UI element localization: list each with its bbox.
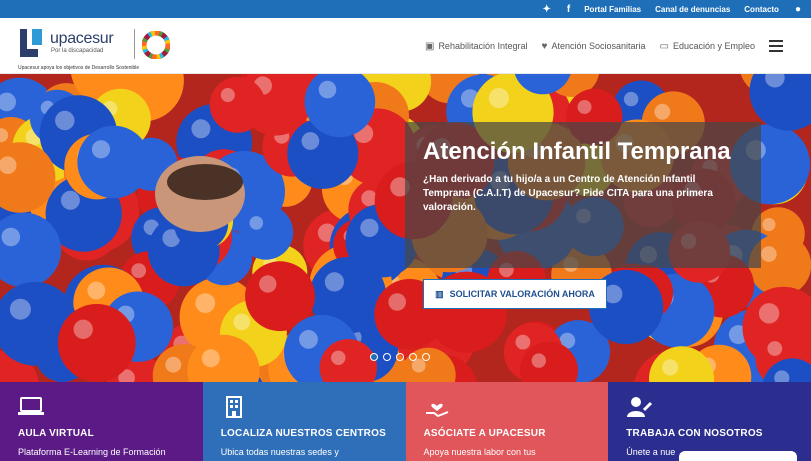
ball-highlight — [531, 353, 546, 368]
ball-highlight — [249, 216, 264, 230]
card-asociate[interactable]: ASÓCIATE A UPACESUR Apoya nuestra labor … — [405, 382, 609, 461]
logo-name: upacesur — [50, 30, 114, 47]
card-title: TRABAJA CON NOSOTROS — [626, 428, 763, 439]
portal-familias-link[interactable]: Portal Familias — [584, 5, 641, 14]
medkit-icon: ▣ — [424, 40, 435, 52]
slider-dot[interactable] — [422, 353, 430, 361]
ball — [77, 125, 150, 199]
logo-divider — [134, 29, 135, 59]
ball-highlight — [73, 319, 93, 339]
card-title: LOCALIZA NUESTROS CENTROS — [220, 428, 386, 439]
upacesur-logo[interactable]: upacesur Por la discapacidad — [18, 27, 170, 61]
ball-highlight — [87, 281, 106, 300]
ball-highlight — [220, 88, 235, 102]
card-desc: Ubica todas nuestras sedes y — [220, 447, 339, 457]
site-header: upacesur Por la discapacidad Upacesur ap… — [0, 18, 811, 74]
ball-highlight — [1, 227, 21, 247]
feature-cards: AULA VIRTUAL Plataforma E-Learning de Fo… — [0, 382, 811, 461]
heartbeat-icon: ♥ — [541, 40, 548, 52]
ball-highlight — [360, 218, 379, 238]
building-icon — [225, 396, 242, 418]
ball-highlight — [324, 272, 344, 292]
nav-atencion[interactable]: ♥ Atención Sociosanitaria — [542, 41, 646, 52]
button-label: SOLICITAR VALORACIÓN AHORA — [449, 289, 595, 299]
ball-highlight — [488, 88, 509, 109]
ball-highlight — [259, 275, 277, 293]
ball-highlight — [654, 103, 671, 120]
ball-highlight — [623, 91, 639, 107]
ball-highlight — [233, 313, 250, 331]
nav-label: Atención Sociosanitaria — [551, 41, 646, 51]
user-edit-icon — [627, 397, 653, 417]
sdg-wheel-icon — [142, 31, 170, 59]
solicitar-valoracion-button[interactable]: ▥ SOLICITAR VALORACIÓN AHORA — [423, 279, 607, 309]
ball-highlight — [55, 110, 75, 131]
nav-educacion[interactable]: ▭ Educación y Empleo — [660, 41, 756, 52]
laptop-icon — [18, 397, 44, 415]
logo-mark-icon — [20, 29, 42, 57]
nav-label: Rehabilitación Integral — [438, 41, 528, 51]
twitter-icon[interactable]: ✦ — [542, 4, 550, 15]
user-icon[interactable]: ● — [795, 4, 801, 15]
ball-highlight — [662, 359, 679, 376]
card-trabaja-nosotros[interactable]: TRABAJA CON NOSOTROS Únete a nue — [608, 382, 811, 461]
ball-highlight — [60, 190, 80, 210]
facebook-icon[interactable]: f — [567, 4, 570, 15]
ball-highlight — [761, 246, 777, 262]
hand-heart-icon — [425, 403, 448, 418]
ball-highlight — [331, 350, 346, 365]
hero-panel: Atención Infantil Temprana ¿Han derivado… — [405, 122, 761, 268]
ball — [209, 76, 266, 133]
ball-highlight — [165, 356, 182, 373]
ball-highlight — [301, 132, 320, 150]
canal-denuncias-link[interactable]: Canal de denuncias — [655, 5, 730, 14]
ball-highlight — [758, 303, 780, 324]
ball-highlight — [191, 119, 211, 139]
nav-rehabilitacion[interactable]: ▣ Rehabilitación Integral — [425, 41, 528, 52]
contacto-link[interactable]: Contacto — [744, 5, 779, 14]
slider-dots — [370, 353, 435, 361]
monitor-icon: ▭ — [659, 40, 669, 52]
card-desc: Apoya nuestra labor con tus — [423, 447, 536, 457]
hero-title: Atención Infantil Temprana — [423, 138, 731, 165]
ball-highlight — [91, 140, 111, 159]
ball — [238, 205, 294, 260]
ball-highlight — [762, 217, 776, 232]
card-desc: Plataforma E-Learning de Formación — [18, 447, 166, 457]
ball-highlight — [388, 293, 407, 311]
top-bar: ✦ f Portal Familias Canal de denuncias C… — [0, 0, 811, 18]
ball-highlight — [577, 100, 592, 114]
sdg-tagline: Upacesur apoya los objetivos de Desarrol… — [18, 65, 140, 71]
card-aula-virtual[interactable]: AULA VIRTUAL Plataforma E-Learning de Fo… — [0, 382, 203, 461]
slider-dot[interactable] — [409, 353, 417, 361]
ball — [57, 304, 136, 382]
main-nav: ▣ Rehabilitación Integral ♥ Atención Soc… — [411, 18, 755, 74]
slider-dot[interactable] — [370, 353, 378, 361]
hamburger-icon[interactable] — [769, 40, 783, 52]
ball-highlight — [131, 263, 147, 278]
hero-slider: Atención Infantil Temprana ¿Han derivado… — [0, 74, 811, 382]
card-title: ASÓCIATE A UPACESUR — [423, 428, 546, 439]
ball-highlight — [767, 341, 783, 356]
slider-dot[interactable] — [396, 353, 404, 361]
ball-highlight — [9, 298, 31, 320]
ball-highlight — [299, 330, 318, 349]
slider-dot[interactable] — [383, 353, 391, 361]
hero-text: ¿Han derivado a tu hijo/a a un Centro de… — [423, 174, 713, 213]
nav-label: Educación y Empleo — [672, 41, 755, 51]
ball-highlight — [195, 293, 216, 313]
building-icon: ▥ — [435, 288, 444, 299]
logo-subtitle: Por la discapacidad — [51, 48, 104, 54]
chat-widget-tab[interactable] — [679, 451, 797, 461]
card-title: AULA VIRTUAL — [18, 428, 94, 439]
top-links: ✦ f Portal Familias Canal de denuncias C… — [526, 0, 801, 18]
card-localiza-centros[interactable]: LOCALIZA NUESTROS CENTROS Ubica todas nu… — [202, 382, 406, 461]
ball-highlight — [201, 349, 220, 368]
ball-highlight — [515, 334, 531, 350]
ball-highlight — [318, 80, 337, 99]
